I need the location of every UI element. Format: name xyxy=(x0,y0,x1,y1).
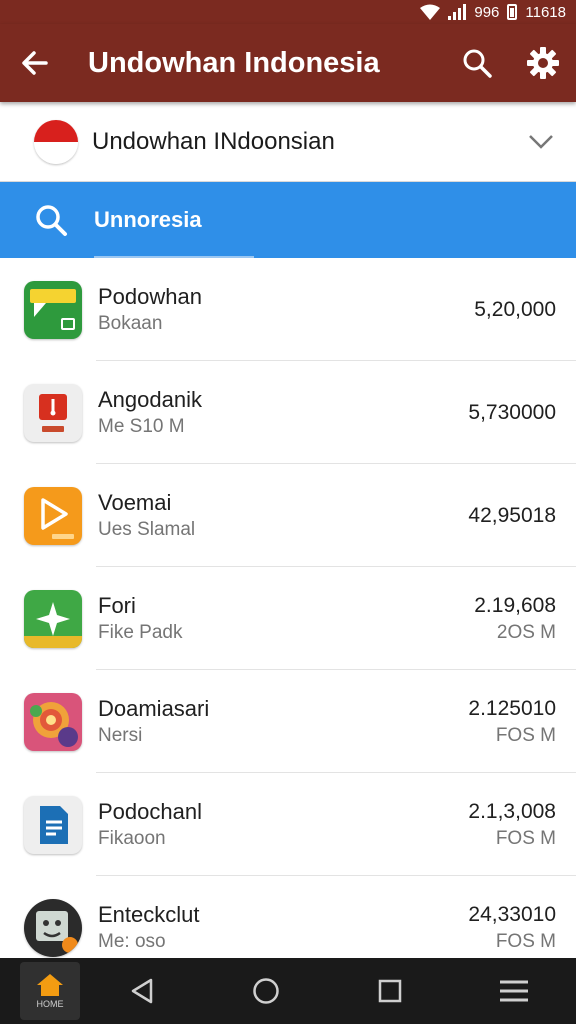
home-icon xyxy=(37,974,63,996)
app-count: 5,730000 xyxy=(468,400,556,424)
recents-square-icon xyxy=(378,979,402,1003)
clock-text: 11618 xyxy=(525,3,566,21)
app-count: 24,33010 xyxy=(468,902,556,926)
list-item[interactable]: Podowhan Bokaan 5,20,000 xyxy=(0,258,576,361)
search-icon xyxy=(463,49,492,78)
app-count: 2.125010 xyxy=(468,696,556,720)
home-circle-icon xyxy=(253,978,279,1004)
app-bar: Undowhan Indonesia xyxy=(0,24,576,102)
back-triangle-icon xyxy=(131,978,153,1004)
page-title: Undowhan Indonesia xyxy=(88,46,380,79)
nav-home-button[interactable] xyxy=(204,977,328,1005)
app-size: FOS M xyxy=(495,930,556,952)
back-button[interactable] xyxy=(0,24,70,102)
menu-icon xyxy=(500,980,528,1002)
app-name: Voemai xyxy=(98,489,172,515)
enteckclut-app-icon xyxy=(24,898,82,957)
indonesia-flag-icon xyxy=(34,119,78,164)
angodanik-app-icon xyxy=(24,383,82,442)
wifi-icon xyxy=(420,4,441,20)
search-field-icon xyxy=(34,203,94,237)
nav-back-button[interactable] xyxy=(80,978,204,1004)
app-name: Doamiasari xyxy=(98,695,210,721)
app-count: 2.19,608 xyxy=(474,593,556,617)
app-name: Podowhan xyxy=(98,283,202,309)
app-subtitle: Ues Slamal xyxy=(98,518,196,540)
app-name: Angodanik xyxy=(98,386,202,412)
app-name: Fori xyxy=(98,592,136,618)
carrier-text: 996 xyxy=(474,3,500,21)
podochanl-app-icon xyxy=(24,795,82,854)
battery-icon xyxy=(507,4,518,20)
nav-recents-button[interactable] xyxy=(328,979,452,1003)
app-subtitle: Bokaan xyxy=(98,312,163,334)
fori-app-icon xyxy=(24,589,82,648)
settings-gear-icon xyxy=(527,47,559,79)
nav-menu-button[interactable] xyxy=(452,979,576,1003)
search-button[interactable] xyxy=(444,24,510,102)
app-subtitle: Me S10 M xyxy=(98,415,185,437)
settings-button[interactable] xyxy=(510,24,576,102)
status-bar: 996 11618 xyxy=(0,0,576,24)
list-item[interactable]: Angodanik Me S10 M 5,730000 xyxy=(0,361,576,464)
home-tab-button[interactable]: HOME xyxy=(20,962,80,1020)
app-subtitle: Me: oso xyxy=(98,930,166,952)
app-subtitle: Nersi xyxy=(98,724,143,746)
app-subtitle: Fike Padk xyxy=(98,621,183,643)
app-subtitle: Fikaoon xyxy=(98,827,166,849)
list-item[interactable]: Voemai Ues Slamal 42,95018 xyxy=(0,464,576,567)
list-item[interactable]: Fori Fike Padk 2.19,608 2OS M xyxy=(0,567,576,670)
list-item[interactable]: Enteckclut Me: oso 24,33010 FOS M xyxy=(0,876,576,958)
app-list: Podowhan Bokaan 5,20,000 Angodanik Me S1… xyxy=(0,258,576,958)
app-size: FOS M xyxy=(495,724,556,746)
region-selector[interactable]: Undowhan INdoonsian xyxy=(0,102,576,182)
app-size: 2OS M xyxy=(496,621,556,643)
app-count: 5,20,000 xyxy=(474,297,556,321)
app-count: 2.1,3,008 xyxy=(468,799,556,823)
navigation-bar: HOME xyxy=(0,958,576,1024)
list-item[interactable]: Doamiasari Nersi 2.125010 FOS M xyxy=(0,670,576,773)
app-name: Enteckclut xyxy=(98,901,200,927)
back-arrow-icon xyxy=(22,51,48,75)
app-size: FOS M xyxy=(495,827,556,849)
app-count: 42,95018 xyxy=(468,503,556,527)
doamiasari-app-icon xyxy=(24,692,82,751)
home-tab-label: HOME xyxy=(36,999,64,1009)
chevron-down-icon[interactable] xyxy=(506,134,576,150)
signal-icon xyxy=(448,4,467,20)
search-field[interactable]: Unnoresia xyxy=(0,182,576,258)
region-selector-label: Undowhan INdoonsian xyxy=(92,127,335,155)
list-item[interactable]: Podochanl Fikaoon 2.1,3,008 FOS M xyxy=(0,773,576,876)
search-query[interactable]: Unnoresia xyxy=(94,207,202,233)
app-name: Podochanl xyxy=(98,798,202,824)
voemai-app-icon xyxy=(24,486,82,545)
podowhan-app-icon xyxy=(24,280,82,339)
